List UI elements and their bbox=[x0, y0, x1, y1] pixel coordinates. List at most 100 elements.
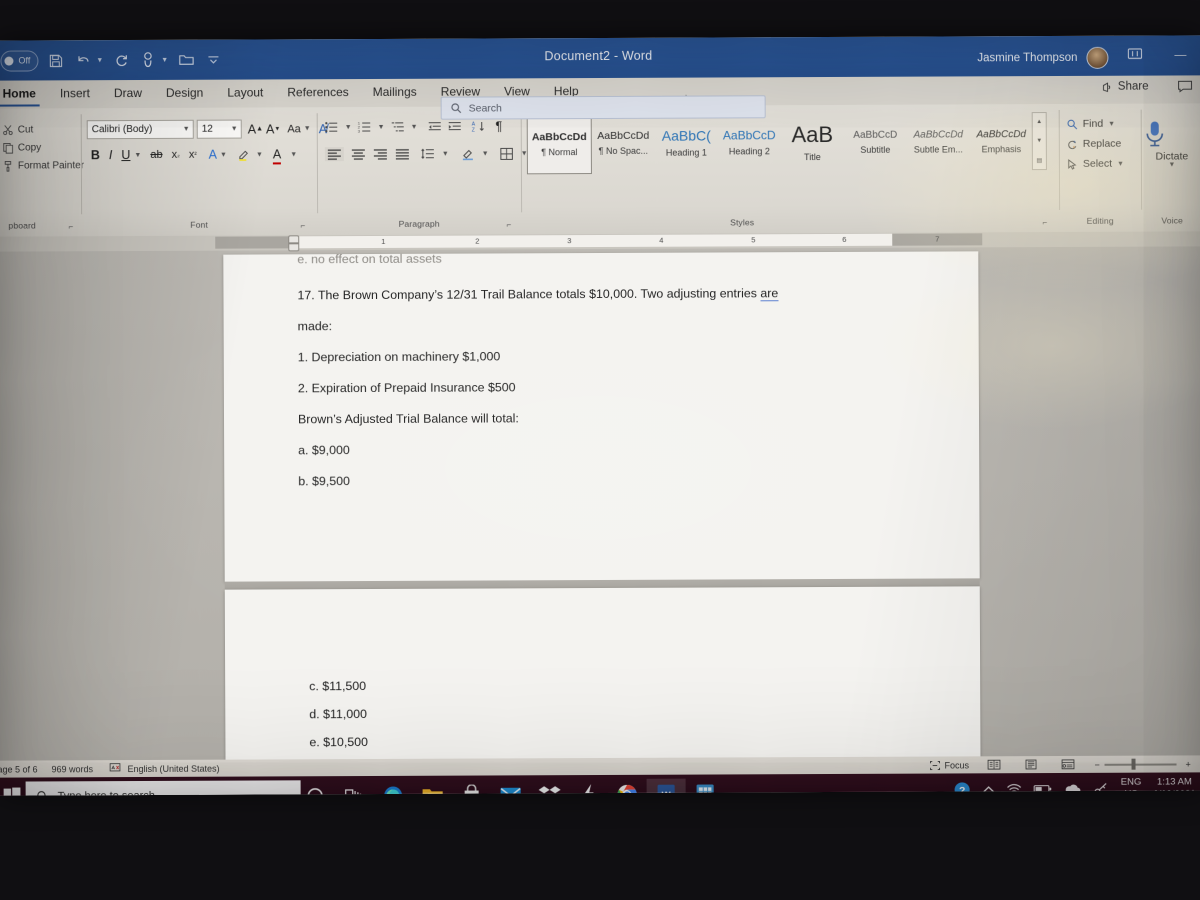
chrome-browser-icon[interactable] bbox=[608, 779, 647, 796]
tab-draw[interactable]: Draw bbox=[102, 82, 154, 105]
zoom-in-button[interactable]: + bbox=[1186, 759, 1191, 769]
italic-icon[interactable]: I bbox=[109, 148, 113, 162]
font-name-input[interactable]: Calibri (Body) ▼ bbox=[86, 119, 194, 140]
document-page-1[interactable]: e. no effect on total assets 17. The Bro… bbox=[223, 251, 980, 582]
change-case-caret-icon[interactable]: ▼ bbox=[304, 125, 311, 132]
left-indent-marker[interactable] bbox=[288, 243, 300, 252]
align-left-icon[interactable] bbox=[324, 147, 344, 162]
page-indicator[interactable]: age 5 of 6 bbox=[0, 764, 38, 774]
superscript-icon[interactable]: x² bbox=[189, 149, 197, 161]
search-input[interactable]: Search bbox=[440, 95, 766, 120]
tab-references[interactable]: References bbox=[275, 81, 360, 104]
wifi-icon[interactable] bbox=[1007, 783, 1022, 795]
align-right-icon[interactable] bbox=[373, 148, 388, 160]
cortana-icon[interactable] bbox=[296, 780, 335, 796]
justify-icon[interactable] bbox=[395, 148, 410, 160]
select-caret-icon[interactable]: ▼ bbox=[1117, 160, 1124, 167]
bold-icon[interactable]: B bbox=[91, 148, 100, 162]
tab-mailings[interactable]: Mailings bbox=[361, 81, 429, 104]
style-subtitle[interactable]: AaBbCcD Subtitle bbox=[844, 113, 907, 171]
taskbar-icons[interactable]: W bbox=[296, 778, 725, 796]
increase-indent-icon[interactable] bbox=[448, 121, 462, 133]
minimize-button[interactable]: — bbox=[1174, 47, 1186, 61]
text-effects-caret-icon[interactable]: ▼ bbox=[220, 151, 227, 158]
show-hidden-icons-icon[interactable] bbox=[983, 785, 995, 794]
style-no-spacing[interactable]: AaBbCcDd ¶ No Spac... bbox=[592, 114, 655, 172]
style-title[interactable]: AaB Title bbox=[781, 113, 844, 171]
font-color-icon[interactable]: A bbox=[273, 147, 282, 165]
ribbon-display-options-icon[interactable] bbox=[1127, 48, 1143, 60]
mail-icon[interactable] bbox=[491, 779, 530, 796]
first-line-indent-marker[interactable] bbox=[288, 235, 300, 244]
avatar[interactable] bbox=[1086, 46, 1109, 69]
dictate-caret-icon[interactable]: ▼ bbox=[1143, 161, 1200, 168]
task-view-icon[interactable] bbox=[335, 780, 374, 796]
document-workspace[interactable]: 1 2 3 4 5 6 7 e. no effect on total asse… bbox=[0, 231, 1200, 761]
font-size-input[interactable]: 12 ▼ bbox=[196, 119, 242, 139]
styles-gallery-scroller[interactable]: ▲ ▼ ▤ bbox=[1031, 112, 1047, 171]
print-layout-icon[interactable] bbox=[1025, 759, 1038, 770]
sort-icon[interactable]: AZ bbox=[472, 120, 486, 133]
borders-icon[interactable] bbox=[500, 147, 514, 160]
dropbox-icon[interactable] bbox=[530, 779, 569, 796]
style-heading-1[interactable]: AaBbC( Heading 1 bbox=[655, 113, 718, 171]
pen-icon[interactable] bbox=[1094, 782, 1109, 796]
system-tray[interactable]: ? ENG US 1:13 AM 1/19/2021 bbox=[954, 776, 1200, 796]
highlight-caret-icon[interactable]: ▼ bbox=[256, 151, 263, 158]
line-spacing-caret-icon[interactable]: ▼ bbox=[442, 150, 449, 157]
shading-icon[interactable] bbox=[461, 147, 475, 160]
read-mode-icon[interactable] bbox=[987, 759, 1001, 770]
highlight-icon[interactable] bbox=[237, 148, 251, 162]
line-spacing-icon[interactable] bbox=[421, 148, 435, 160]
text-effects-icon[interactable]: A bbox=[209, 148, 217, 162]
decrease-indent-icon[interactable] bbox=[428, 121, 442, 133]
font-name-caret-icon[interactable]: ▼ bbox=[183, 126, 190, 133]
focus-button[interactable]: Focus bbox=[930, 760, 969, 771]
find-button[interactable]: Find ▼ bbox=[1067, 118, 1124, 130]
font-size-caret-icon[interactable]: ▼ bbox=[231, 126, 238, 133]
replace-button[interactable]: bc Replace bbox=[1067, 138, 1124, 150]
show-formatting-marks-icon[interactable]: ¶ bbox=[496, 119, 503, 133]
word-count[interactable]: 969 words bbox=[52, 764, 94, 774]
web-layout-icon[interactable] bbox=[1061, 759, 1075, 770]
style-heading-2[interactable]: AaBbCcD Heading 2 bbox=[718, 113, 781, 171]
select-button[interactable]: Select ▼ bbox=[1067, 158, 1124, 170]
grow-font-icon[interactable]: A ▲ bbox=[248, 122, 263, 136]
styles-scroll-up-icon[interactable]: ▲ bbox=[1033, 113, 1046, 131]
strikethrough-icon[interactable]: ab bbox=[150, 149, 162, 161]
tab-design[interactable]: Design bbox=[154, 82, 215, 105]
style-normal[interactable]: AaBbCcDd ¶ Normal bbox=[526, 114, 592, 175]
numbering-caret-icon[interactable]: ▼ bbox=[378, 123, 385, 130]
comments-icon[interactable] bbox=[1178, 80, 1193, 93]
shrink-font-icon[interactable]: A ▼ bbox=[266, 122, 280, 136]
numbering-icon[interactable]: 123 bbox=[358, 121, 372, 133]
battery-icon[interactable] bbox=[1033, 784, 1052, 794]
language-indicator[interactable]: ENG US bbox=[1121, 777, 1142, 796]
shading-caret-icon[interactable]: ▼ bbox=[482, 150, 489, 157]
underline-icon[interactable]: U bbox=[121, 148, 130, 162]
edge-browser-icon[interactable] bbox=[374, 780, 413, 796]
share-button[interactable]: Share bbox=[1102, 81, 1149, 93]
underline-caret-icon[interactable]: ▼ bbox=[134, 151, 141, 158]
styles-scroll-down-icon[interactable]: ▼ bbox=[1033, 132, 1046, 150]
tab-layout[interactable]: Layout bbox=[215, 81, 275, 104]
tab-home[interactable]: Home bbox=[0, 82, 48, 105]
bullets-icon[interactable] bbox=[325, 121, 339, 133]
find-caret-icon[interactable]: ▼ bbox=[1108, 120, 1115, 127]
copy-button[interactable]: Copy bbox=[3, 142, 84, 154]
help-notification-icon[interactable]: ? bbox=[954, 781, 971, 796]
change-case-icon[interactable]: Aa bbox=[287, 123, 301, 135]
styles-dialog-launcher[interactable]: ⌐ bbox=[1042, 218, 1047, 227]
file-explorer-icon[interactable] bbox=[413, 780, 452, 796]
account-area[interactable]: Jasmine Thompson bbox=[977, 46, 1109, 70]
multilevel-caret-icon[interactable]: ▼ bbox=[411, 123, 418, 130]
clipboard-dialog-launcher[interactable]: ⌐ bbox=[68, 222, 73, 231]
word-icon[interactable]: W bbox=[646, 778, 686, 796]
style-emphasis[interactable]: AaBbCcDd Emphasis bbox=[970, 112, 1033, 170]
taskbar-search-input[interactable]: Type here to search bbox=[25, 780, 301, 796]
onedrive-cloud-icon[interactable] bbox=[1064, 784, 1082, 795]
microsoft-store-icon[interactable] bbox=[452, 779, 491, 796]
language-indicator[interactable]: English (United States) bbox=[128, 764, 220, 774]
bullets-caret-icon[interactable]: ▼ bbox=[345, 124, 352, 131]
style-subtle-emphasis[interactable]: AaBbCcDd Subtle Em... bbox=[907, 112, 970, 170]
